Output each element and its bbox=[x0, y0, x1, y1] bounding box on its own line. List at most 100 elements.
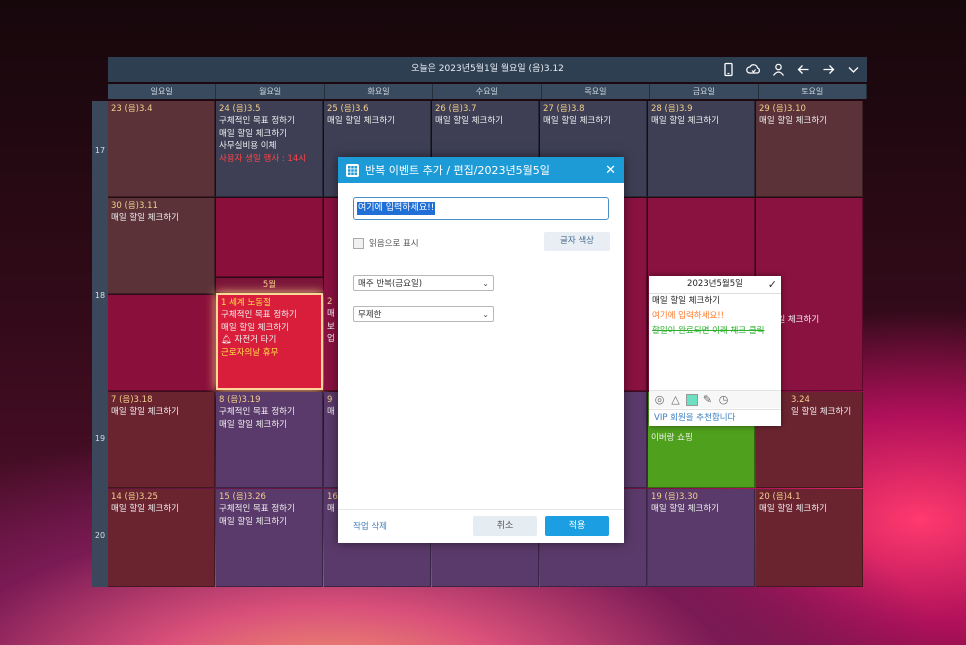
arrow-right-icon[interactable] bbox=[821, 62, 836, 77]
day-date: 8 (음)3.19 bbox=[219, 395, 261, 405]
close-icon[interactable]: ✕ bbox=[605, 163, 616, 178]
delete-task-link[interactable]: 작업 삭제 bbox=[353, 520, 387, 532]
note-edit-icon[interactable]: ✎ bbox=[701, 393, 714, 406]
event-item[interactable]: 🔔︎ 자전거 타기 bbox=[221, 334, 318, 347]
chevron-down-icon: ⌄ bbox=[482, 279, 489, 288]
vip-link[interactable]: VIP 회원을 추천합니다 bbox=[649, 409, 781, 426]
memo-line[interactable]: 여기에 입력하세요!! bbox=[649, 309, 781, 324]
event-item[interactable]: 이버랑 쇼핑 bbox=[651, 432, 751, 445]
day-cell[interactable]: 14 (음)3.25 매일 할일 체크하기 bbox=[108, 489, 215, 587]
apply-button[interactable]: 적용 bbox=[545, 516, 609, 536]
header-toolbar bbox=[721, 62, 861, 77]
day-cell[interactable]: 8 (음)3.19 구체적인 목표 정하기 매일 할일 체크하기 bbox=[216, 392, 323, 488]
day-date: 20 (음)4.1 bbox=[759, 492, 801, 502]
event-item[interactable]: 매일 할일 체크하기 bbox=[111, 212, 211, 225]
event-item[interactable]: 매일 할일 체크하기 bbox=[111, 406, 211, 419]
checkbox-label: 읽음으로 표시 bbox=[369, 239, 419, 249]
triangle-icon[interactable]: △ bbox=[669, 393, 682, 406]
event-item[interactable]: 매일 할일 체크하기 bbox=[219, 516, 319, 529]
day-cell[interactable]: 28 (음)3.9 매일 할일 체크하기 bbox=[648, 101, 755, 197]
day-cell[interactable] bbox=[108, 295, 215, 391]
limit-select[interactable]: 무제한 ⌄ bbox=[353, 306, 494, 322]
event-item[interactable]: 매일 할일 체크하기 bbox=[651, 115, 751, 128]
selected-day-cell[interactable]: 1 세계 노동절 구체적인 목표 정하기 매일 할일 체크하기 🔔︎ 자전거 타… bbox=[216, 293, 323, 390]
day-date: 29 (음)3.10 bbox=[759, 104, 806, 114]
day-date: 7 (음)3.18 bbox=[111, 395, 153, 405]
weekday-label: 토요일 bbox=[759, 84, 867, 99]
weekday-label: 화요일 bbox=[325, 84, 434, 99]
day-cell[interactable]: 24 (음)3.5 구체적인 목표 정하기 매일 할일 체크하기 사무실비용 이… bbox=[216, 101, 323, 197]
day-cell[interactable] bbox=[216, 198, 323, 277]
text-color-button[interactable]: 글자 색상 bbox=[544, 232, 610, 251]
user-icon[interactable] bbox=[771, 62, 786, 77]
clock-icon[interactable]: ◷ bbox=[717, 393, 730, 406]
day-cell[interactable]: 19 (음)3.30 매일 할일 체크하기 bbox=[648, 489, 755, 587]
weekday-label: 월요일 bbox=[216, 84, 325, 99]
event-item[interactable]: 매일 할일 체크하기 bbox=[111, 503, 211, 516]
day-date: 24 (음)3.5 bbox=[219, 104, 261, 114]
event-item[interactable]: 사용자 생일 행사 : 14시 bbox=[219, 153, 319, 166]
event-item[interactable]: 매일 할일 체크하기 bbox=[221, 322, 318, 335]
memo-line[interactable]: 할일이 완료되면 이래 체크 클릭 bbox=[649, 324, 781, 339]
day-cell[interactable]: 7 (음)3.18 매일 할일 체크하기 bbox=[108, 392, 215, 488]
memo-toolbar: ◎ △ ✎ ◷ bbox=[649, 390, 781, 408]
day-cell[interactable]: 23 (음)3.4 bbox=[108, 101, 215, 197]
checkbox-box[interactable] bbox=[353, 237, 364, 249]
chevron-down-icon[interactable] bbox=[846, 62, 861, 77]
phone-icon[interactable] bbox=[721, 62, 736, 77]
day-date: 25 (음)3.6 bbox=[327, 104, 369, 114]
mark-as-read-checkbox[interactable]: 읽음으로 표시 bbox=[353, 237, 419, 249]
cloud-sync-icon[interactable] bbox=[746, 62, 761, 77]
bell-icon: 🔔︎ bbox=[221, 335, 232, 345]
event-item[interactable]: 구체적인 목표 정하기 bbox=[219, 115, 319, 128]
day-cell[interactable]: 15 (음)3.26 구체적인 목표 정하기 매일 할일 체크하기 bbox=[216, 489, 323, 587]
day-cell[interactable]: 29 (음)3.10 매일 할일 체크하기 bbox=[756, 101, 863, 197]
limit-select-value: 무제한 bbox=[358, 310, 382, 320]
event-item[interactable]: 매일 할일 체크하기 bbox=[219, 419, 319, 432]
memo-popup: 2023년5월5일 ✓ 매일 할일 체크하기 여기에 입력하세요!! 할일이 완… bbox=[649, 276, 781, 426]
calendar-header: 오늘은 2023년5월1일 월요일 (음)3.12 bbox=[108, 57, 867, 82]
event-item[interactable]: 매일 할일 체크하기 bbox=[759, 503, 859, 516]
cancel-button[interactable]: 취소 bbox=[473, 516, 537, 536]
event-item[interactable]: 매일 할일 체크하기 bbox=[759, 115, 859, 128]
day-date: 19 (음)3.30 bbox=[651, 492, 698, 502]
day-cell[interactable]: 30 (음)3.11 매일 할일 체크하기 bbox=[108, 198, 215, 294]
divider bbox=[338, 509, 624, 510]
memo-header: 2023년5월5일 ✓ bbox=[649, 276, 781, 294]
event-item[interactable]: 구체적인 목표 정하기 bbox=[219, 406, 319, 419]
weekday-label: 금요일 bbox=[650, 84, 759, 99]
day-date: 30 (음)3.11 bbox=[111, 201, 158, 211]
event-text: 자전거 타기 bbox=[234, 335, 277, 345]
app-grid-icon bbox=[346, 163, 359, 177]
day-date: 27 (음)3.8 bbox=[543, 104, 585, 114]
event-item[interactable]: 매일 할일 체크하기 bbox=[327, 115, 427, 128]
day-cell[interactable]: 20 (음)4.1 매일 할일 체크하기 bbox=[756, 489, 863, 587]
arrow-left-icon[interactable] bbox=[796, 62, 811, 77]
event-item[interactable]: 근로자의날 휴무 bbox=[221, 347, 318, 360]
event-item[interactable]: 구체적인 목표 정하기 bbox=[221, 309, 318, 322]
day-date: 1 세계 노동절 bbox=[221, 298, 271, 308]
week-number: 20 bbox=[94, 531, 106, 540]
repeat-select[interactable]: 매주 반복(금요일) ⌄ bbox=[353, 275, 494, 291]
memo-line[interactable]: 매일 할일 체크하기 bbox=[649, 294, 781, 309]
repeat-event-dialog: 반복 이벤트 추가 / 편집/2023년5월5일 ✕ 여기에 입력하세요!! 읽… bbox=[338, 157, 624, 543]
event-item[interactable]: 매일 할일 체크하기 bbox=[543, 115, 643, 128]
event-item[interactable]: 사무실비용 이체 bbox=[219, 140, 319, 153]
day-date: 23 (음)3.4 bbox=[111, 104, 153, 114]
event-item[interactable]: 매일 할일 체크하기 bbox=[651, 503, 751, 516]
selected-input-text: 여기에 입력하세요!! bbox=[357, 202, 436, 215]
dialog-title: 반복 이벤트 추가 / 편집/2023년5월5일 bbox=[365, 164, 550, 177]
event-item[interactable]: 매일 할일 체크하기 bbox=[219, 128, 319, 141]
weekday-label: 목요일 bbox=[542, 84, 651, 99]
check-circle-icon[interactable]: ◎ bbox=[653, 393, 666, 406]
event-item[interactable]: 구체적인 목표 정하기 bbox=[219, 503, 319, 516]
week-number: 18 bbox=[94, 291, 106, 300]
day-date: 26 (음)3.7 bbox=[435, 104, 477, 114]
memo-date: 2023년5월5일 bbox=[687, 279, 743, 289]
weekday-label: 수요일 bbox=[433, 84, 542, 99]
week-number: 17 bbox=[94, 146, 106, 155]
weekday-label: 일요일 bbox=[108, 84, 217, 99]
event-item[interactable]: 매일 할일 체크하기 bbox=[435, 115, 535, 128]
color-square-icon[interactable] bbox=[685, 393, 698, 406]
checkmark-icon[interactable]: ✓ bbox=[768, 276, 777, 293]
